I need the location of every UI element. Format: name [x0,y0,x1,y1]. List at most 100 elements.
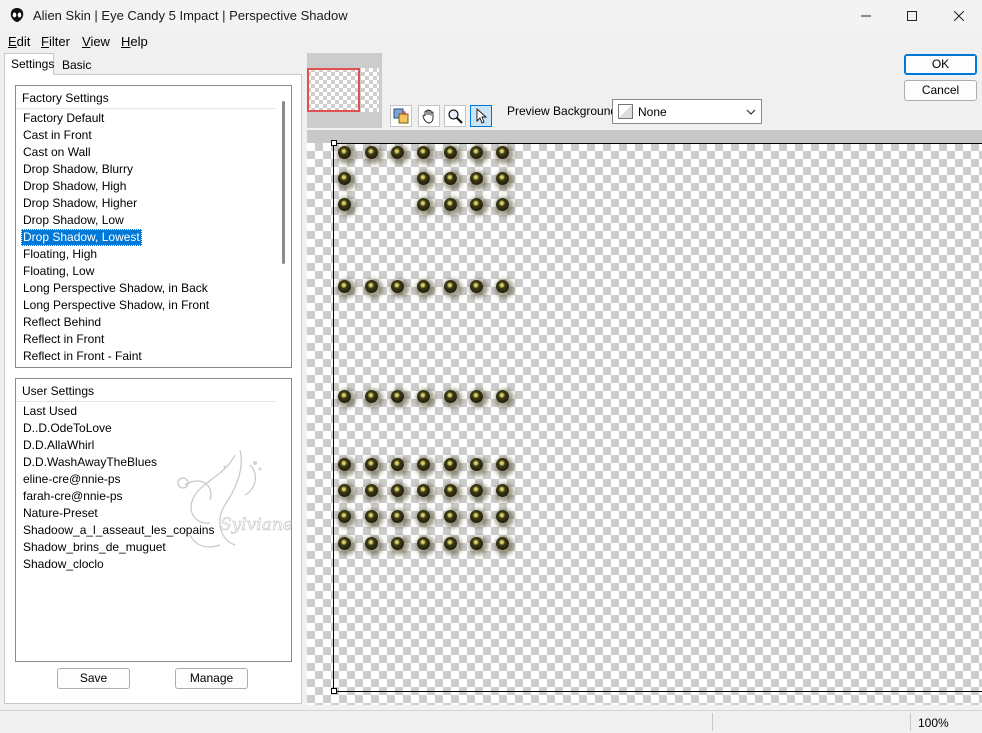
shadow-dot [365,510,378,523]
preview-background-label: Preview Background: [507,104,621,118]
shadow-dot [417,484,430,497]
shadow-dot [365,280,378,293]
list-item[interactable]: Reflect Behind [21,314,103,331]
shadow-dot [338,484,351,497]
list-divider [16,108,276,109]
manage-button[interactable]: Manage [175,668,248,689]
maximize-button[interactable] [889,0,935,32]
shadow-dot [470,484,483,497]
list-item[interactable]: Drop Shadow, Blurry [21,161,135,178]
list-item[interactable]: D.D.AllaWhirl [21,437,96,454]
shadow-dot [470,510,483,523]
list-item[interactable]: Floating, High [21,246,99,263]
maximize-icon [907,11,917,21]
shadow-dot [391,458,404,471]
list-item[interactable]: Long Perspective Shadow, in Back [21,280,210,297]
preview-background-select[interactable]: None [612,99,762,124]
menu-filter[interactable]: Filter [41,34,70,49]
chevron-down-icon [746,109,756,115]
save-button[interactable]: Save [57,668,130,689]
shadow-dot [391,537,404,550]
factory-settings-list[interactable]: Factory Settings Factory Default Cast in… [15,85,292,368]
window-title: Alien Skin | Eye Candy 5 Impact | Perspe… [33,8,348,23]
shadow-dot [444,510,457,523]
shadow-dot [338,146,351,159]
preview-background-value: None [638,105,667,119]
list-item[interactable]: Last Used [21,403,79,420]
shadow-dot [444,198,457,211]
tab-settings[interactable]: Settings [4,53,54,75]
shadow-dot [470,146,483,159]
user-settings-header: User Settings [22,384,95,398]
shadow-dot [496,458,509,471]
shadow-dot [444,390,457,403]
list-item[interactable]: Floating, Low [21,263,96,280]
tab-basic[interactable]: Basic [56,55,96,76]
list-item[interactable]: Reflect in Front [21,331,106,348]
list-item[interactable]: farah-cre@nnie-ps [21,488,125,505]
list-item[interactable]: D.D.WashAwayTheBlues [21,454,159,471]
close-icon [954,11,964,21]
selection-handle[interactable] [331,688,337,694]
shadow-dot [338,280,351,293]
shadow-dot [496,198,509,211]
list-item[interactable]: Cast on Wall [21,144,93,161]
list-item[interactable]: Factory Default [21,110,106,127]
shadow-dot [470,458,483,471]
minimize-button[interactable] [843,0,889,32]
shadow-dot [365,484,378,497]
menu-edit[interactable]: Edit [8,34,30,49]
list-item[interactable]: Shadow_brins_de_muguet [21,539,168,556]
list-item[interactable]: Cast in Front [21,127,94,144]
hand-tool-button[interactable] [418,105,440,127]
shadow-dot [496,280,509,293]
pointer-tool-button[interactable] [470,105,492,127]
list-item-selected[interactable]: Drop Shadow, Lowest [21,229,142,246]
preview-canvas[interactable] [307,143,982,705]
menu-view[interactable]: View [82,34,110,49]
status-divider [910,713,911,731]
shadow-dot [470,537,483,550]
zoom-level: 100% [918,716,949,730]
alien-skin-logo-icon [10,8,24,22]
shadow-dot [417,537,430,550]
list-item[interactable]: Drop Shadow, Low [21,212,126,229]
shadow-dot [496,510,509,523]
list-item[interactable]: eline-cre@nnie-ps [21,471,123,488]
list-divider [16,401,276,402]
list-item[interactable]: Nature-Preset [21,505,100,522]
cancel-button[interactable]: Cancel [904,80,977,101]
list-item[interactable]: Reflect in Front - Faint [21,348,144,365]
shadow-dot [417,172,430,185]
navigator-view-rect[interactable] [307,68,360,112]
shadow-dot [417,390,430,403]
hand-icon [422,109,434,124]
list-item[interactable]: Drop Shadow, Higher [21,195,139,212]
shadow-dot [338,172,351,185]
zoom-tool-button[interactable] [444,105,466,127]
factory-list-scrollbar[interactable] [282,101,285,264]
shadow-dot [496,390,509,403]
shadow-dot [338,390,351,403]
ok-button[interactable]: OK [904,54,977,75]
minimize-icon [861,15,871,17]
selection-handle[interactable] [331,140,337,146]
navigator-thumbnail-edge [361,68,379,112]
shadow-dot [365,390,378,403]
selection-border-bottom [333,691,982,692]
shadow-dot [391,484,404,497]
shadow-dot [496,537,509,550]
close-button[interactable] [936,0,982,32]
list-item[interactable]: D..D.OdeToLove [21,420,114,437]
list-item[interactable]: Shadow_cloclo [21,556,106,573]
magnifier-icon [448,109,463,124]
shadow-dot [444,172,457,185]
shadow-dot [391,390,404,403]
list-item[interactable]: Long Perspective Shadow, in Front [21,297,211,314]
selection-border-left [333,143,334,692]
title-bar: Alien Skin | Eye Candy 5 Impact | Perspe… [0,0,982,32]
compare-tool-button[interactable] [390,105,412,127]
menu-help[interactable]: Help [121,34,148,49]
shadow-dot [417,458,430,471]
list-item[interactable]: Drop Shadow, High [21,178,128,195]
